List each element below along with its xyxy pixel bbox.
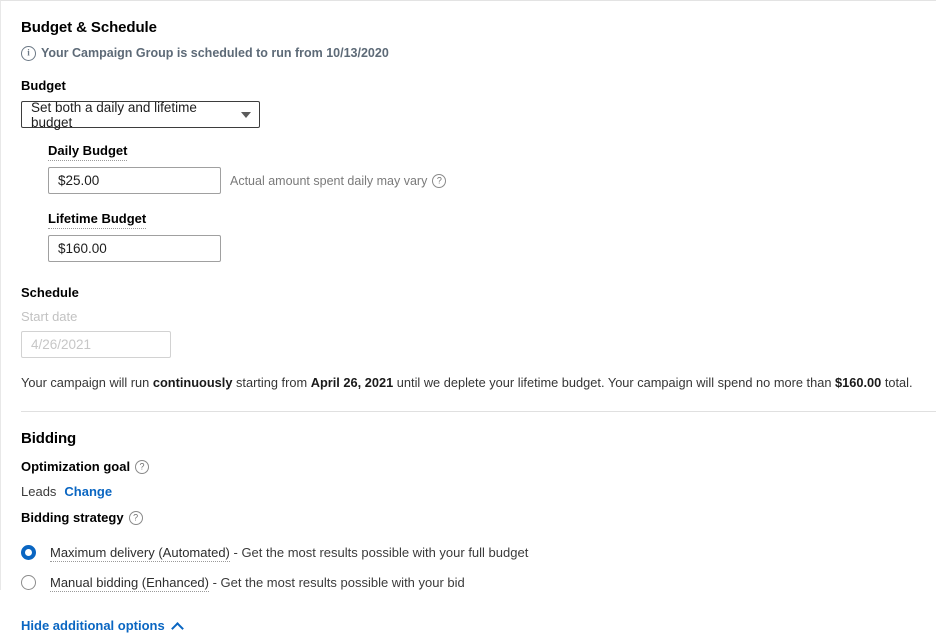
budget-schedule-panel: Budget & Schedule i Your Campaign Group …: [0, 0, 936, 633]
bidding-strategy-label-row: Bidding strategy ?: [21, 510, 936, 526]
schedule-summary-text: Your campaign will run continuously star…: [21, 374, 936, 392]
info-circle-icon: i: [21, 45, 36, 61]
lifetime-budget-input[interactable]: [48, 235, 221, 262]
radio-desc-manual-bidding: - Get the most results possible with you…: [209, 574, 465, 590]
daily-budget-label: Daily Budget: [48, 143, 128, 161]
optimization-goal-value: Leads: [21, 484, 57, 499]
summary-part-2: starting from: [232, 375, 311, 390]
chevron-down-icon: [241, 111, 251, 118]
budget-label: Budget: [21, 78, 66, 93]
daily-budget-group: Daily Budget Actual amount spent daily m…: [48, 142, 936, 194]
chevron-up-icon: [172, 620, 183, 631]
schedule-info-text: Your Campaign Group is scheduled to run …: [41, 46, 389, 60]
bidding-title: Bidding: [21, 430, 77, 447]
change-optimization-goal-link[interactable]: Change: [64, 484, 112, 499]
summary-part-1: Your campaign will run: [21, 375, 153, 390]
bidding-strategy-option-manual-bidding[interactable]: Manual bidding (Enhanced) - Get the most…: [21, 569, 936, 595]
help-circle-icon[interactable]: ?: [135, 460, 150, 474]
budget-type-select-value: Set both a daily and lifetime budget: [31, 99, 197, 130]
lifetime-budget-group: Lifetime Budget: [48, 210, 936, 262]
summary-bold-start-date: April 26, 2021: [310, 375, 394, 390]
schedule-label: Schedule: [21, 285, 79, 300]
page-title: Budget & Schedule: [21, 19, 157, 36]
start-date-label: Start date: [21, 309, 78, 324]
lifetime-budget-label: Lifetime Budget: [48, 211, 147, 229]
radio-name-maximum-delivery: Maximum delivery (Automated): [50, 544, 230, 562]
bidding-section: Bidding Optimization goal ? Leads Change…: [21, 430, 936, 635]
hide-additional-options-toggle[interactable]: Hide additional options: [21, 618, 183, 633]
help-circle-icon[interactable]: ?: [432, 173, 447, 188]
optimization-goal-label: Optimization goal: [21, 459, 131, 474]
radio-manual-bidding[interactable]: [21, 574, 36, 590]
optimization-goal-label-row: Optimization goal ?: [21, 459, 936, 475]
summary-bold-total: $160.00: [835, 375, 882, 390]
help-circle-icon[interactable]: ?: [128, 511, 143, 525]
summary-part-3: until we deplete your lifetime budget. Y…: [393, 375, 835, 390]
optimization-goal-value-row: Leads Change: [21, 484, 936, 499]
radio-label-maximum-delivery: Maximum delivery (Automated) - Get the m…: [50, 544, 529, 562]
daily-budget-hint: Actual amount spent daily may vary ?: [230, 173, 447, 188]
radio-desc-maximum-delivery: - Get the most results possible with you…: [229, 544, 529, 560]
schedule-info-banner: i Your Campaign Group is scheduled to ru…: [21, 45, 936, 61]
start-date-input: [21, 331, 171, 358]
daily-budget-hint-text: Actual amount spent daily may vary: [230, 173, 428, 188]
budget-type-select[interactable]: Set both a daily and lifetime budget: [21, 99, 260, 130]
radio-maximum-delivery[interactable]: [21, 544, 36, 560]
section-divider: [21, 411, 936, 412]
daily-budget-input[interactable]: [48, 167, 221, 194]
bidding-strategy-option-maximum-delivery[interactable]: Maximum delivery (Automated) - Get the m…: [21, 539, 936, 565]
summary-bold-continuously: continuously: [152, 375, 233, 390]
radio-name-manual-bidding: Manual bidding (Enhanced): [50, 574, 209, 592]
schedule-group: Schedule Start date: [21, 284, 936, 358]
summary-part-4: total.: [881, 375, 913, 390]
bidding-strategy-radio-group: Maximum delivery (Automated) - Get the m…: [21, 539, 936, 595]
radio-label-manual-bidding: Manual bidding (Enhanced) - Get the most…: [50, 574, 465, 592]
bidding-strategy-label: Bidding strategy: [21, 510, 124, 525]
hide-additional-options-label: Hide additional options: [21, 618, 165, 633]
